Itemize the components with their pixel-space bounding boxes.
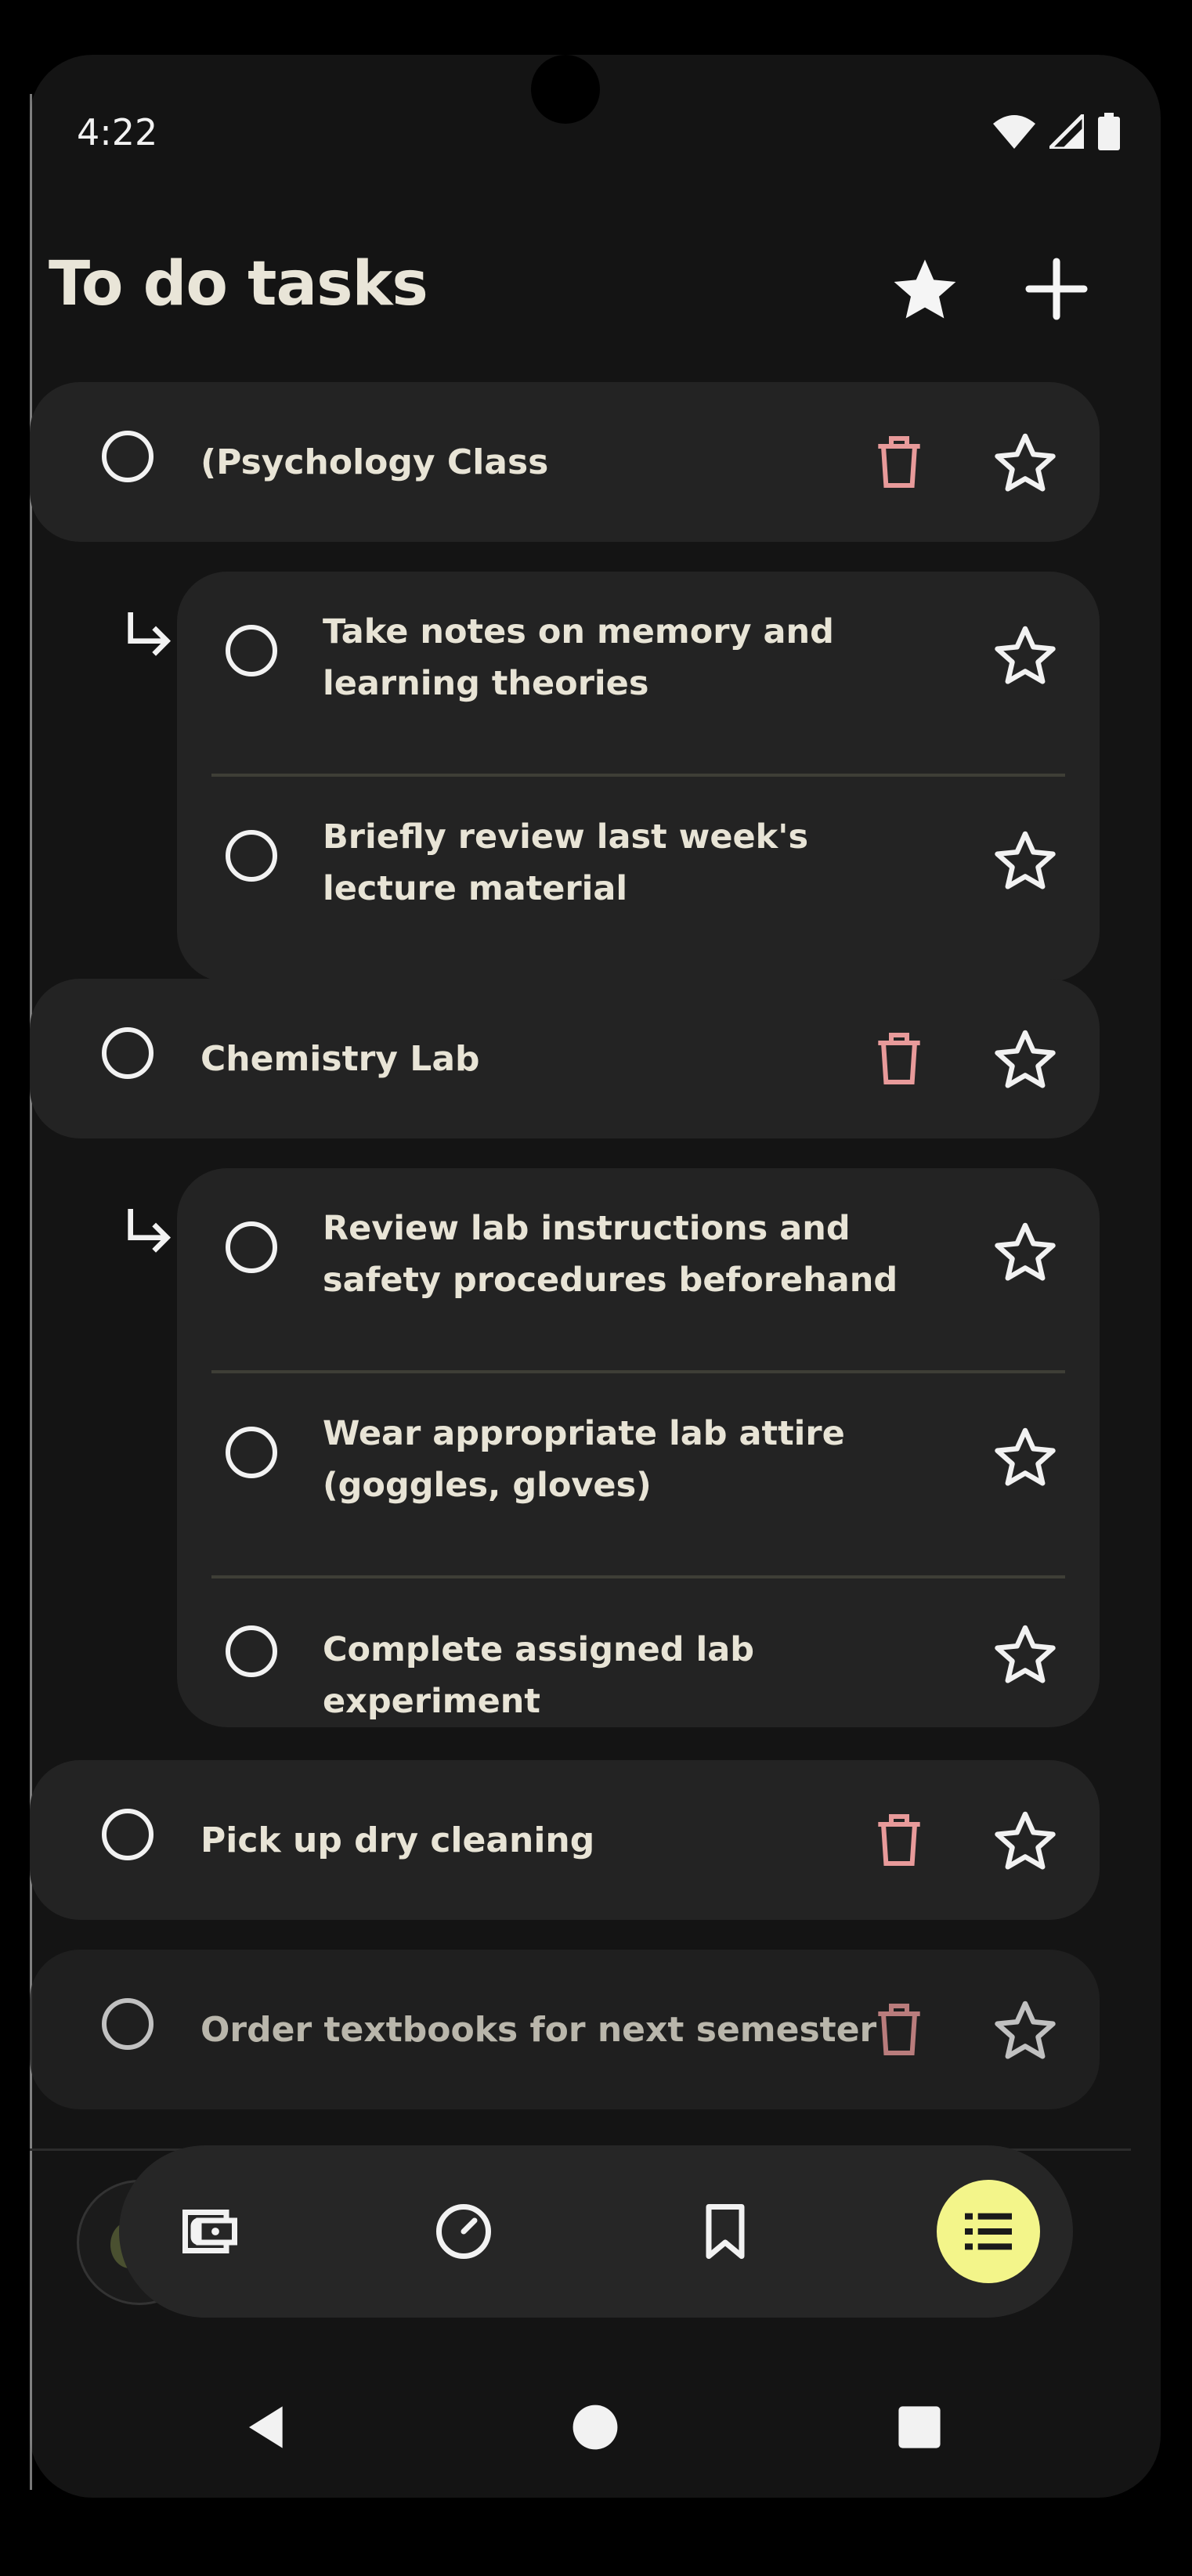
star-outline-icon[interactable]	[992, 1423, 1059, 1491]
add-task-button[interactable]	[1013, 246, 1100, 332]
star-outline-icon[interactable]	[992, 1026, 1059, 1093]
task-card[interactable]: (Psychology Class	[30, 382, 1100, 542]
subtask-group: Review lab instructions and safety proce…	[177, 1168, 1100, 1727]
subtask-label: Briefly review last week's lecture mater…	[323, 817, 809, 908]
radio-unchecked-icon[interactable]	[226, 625, 277, 676]
trash-icon[interactable]	[868, 1027, 930, 1090]
star-outline-icon[interactable]	[992, 622, 1059, 689]
wallet-icon	[182, 2210, 237, 2253]
radio-unchecked-icon[interactable]	[226, 1427, 277, 1478]
subtask-item[interactable]: Take notes on memory and learning theori…	[177, 572, 1100, 777]
star-outline-icon[interactable]	[992, 827, 1059, 894]
radio-unchecked-icon[interactable]	[226, 830, 277, 882]
star-outline-icon[interactable]	[992, 1621, 1059, 1688]
bookmark-icon	[706, 2204, 745, 2259]
star-outline-icon[interactable]	[992, 1218, 1059, 1286]
subtask-group: Take notes on memory and learning theori…	[177, 572, 1100, 982]
subtask-label: Wear appropriate lab attire (goggles, gl…	[323, 1414, 845, 1505]
status-time: 4:22	[77, 111, 158, 153]
radio-unchecked-icon[interactable]	[102, 1027, 154, 1079]
task-label: (Psychology Class	[200, 442, 549, 482]
task-label: Pick up dry cleaning	[200, 1820, 595, 1860]
bottom-navigation	[119, 2145, 1073, 2318]
subtask-label: Take notes on memory and learning theori…	[323, 612, 834, 703]
subtask-item[interactable]: Review lab instructions and safety proce…	[177, 1168, 1100, 1373]
nav-wallet[interactable]	[163, 2185, 257, 2278]
nav-tasks[interactable]	[937, 2180, 1040, 2283]
trash-icon[interactable]	[868, 431, 930, 493]
status-icons	[993, 113, 1120, 150]
task-card[interactable]: Order textbooks for next semester	[30, 1950, 1100, 2109]
favorites-button[interactable]	[882, 246, 968, 332]
task-card[interactable]: Pick up dry cleaning	[30, 1760, 1100, 1920]
home-icon	[573, 2405, 618, 2450]
subtask-label: Complete assigned lab experiment	[323, 1630, 755, 1721]
radio-unchecked-icon[interactable]	[102, 1809, 154, 1860]
camera-cutout	[531, 55, 600, 124]
plus-icon	[1025, 258, 1088, 320]
system-recents-button[interactable]	[888, 2396, 951, 2459]
subtask-label: Review lab instructions and safety proce…	[323, 1209, 898, 1300]
task-card[interactable]: Chemistry Lab	[30, 979, 1100, 1138]
subtask-item[interactable]: Complete assigned lab experiment	[177, 1578, 1100, 1727]
recents-icon	[898, 2406, 941, 2448]
subdirectory-arrow-icon	[128, 612, 172, 656]
subtask-item[interactable]: Briefly review last week's lecture mater…	[177, 777, 1100, 982]
task-label: Order textbooks for next semester	[200, 2009, 877, 2050]
subtask-item[interactable]: Wear appropriate lab attire (goggles, gl…	[177, 1373, 1100, 1578]
back-icon	[249, 2406, 283, 2448]
subdirectory-arrow-icon	[128, 1209, 172, 1253]
radio-unchecked-icon[interactable]	[226, 1221, 277, 1273]
star-outline-icon[interactable]	[992, 1997, 1059, 2064]
system-home-button[interactable]	[564, 2396, 627, 2459]
list-icon	[965, 2213, 1012, 2250]
radio-unchecked-icon[interactable]	[226, 1625, 277, 1677]
timer-icon	[436, 2204, 491, 2259]
wifi-icon	[993, 115, 1035, 149]
star-outline-icon[interactable]	[992, 1807, 1059, 1874]
battery-icon	[1098, 113, 1120, 150]
star-outline-icon[interactable]	[992, 429, 1059, 496]
radio-unchecked-icon[interactable]	[102, 1998, 154, 2050]
nav-timer[interactable]	[417, 2185, 511, 2278]
radio-unchecked-icon[interactable]	[102, 431, 154, 482]
nav-bookmarks[interactable]	[678, 2185, 772, 2278]
trash-icon[interactable]	[868, 1809, 930, 1871]
star-filled-icon	[894, 259, 956, 319]
trash-icon[interactable]	[868, 1998, 930, 2061]
system-back-button[interactable]	[237, 2396, 299, 2459]
task-label: Chemistry Lab	[200, 1038, 480, 1079]
cellular-signal-icon	[1049, 114, 1084, 149]
page-title: To do tasks	[49, 249, 428, 319]
